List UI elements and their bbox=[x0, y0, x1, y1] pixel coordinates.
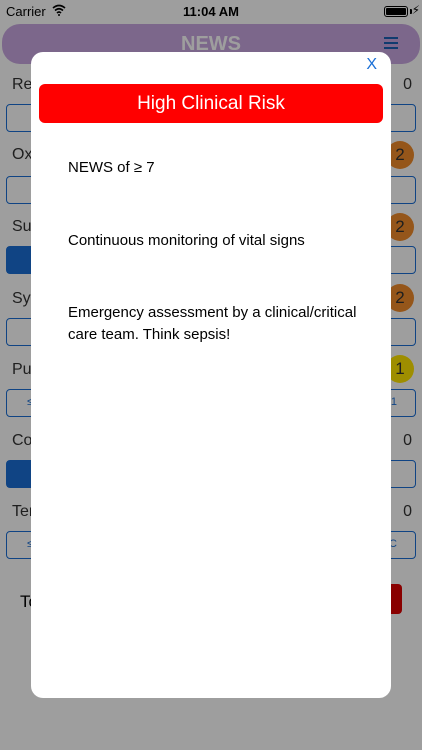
close-button[interactable]: X bbox=[366, 56, 377, 74]
modal-message-assessment: Emergency assessment by a clinical/criti… bbox=[68, 304, 357, 343]
risk-banner: High Clinical Risk bbox=[39, 84, 383, 123]
modal-message-monitoring: Continuous monitoring of vital signs bbox=[68, 232, 305, 249]
risk-title: High Clinical Risk bbox=[137, 93, 285, 114]
risk-modal: X High Clinical Risk NEWS of ≥ 7 Continu… bbox=[31, 52, 391, 698]
modal-message-score: NEWS of ≥ 7 bbox=[68, 159, 155, 176]
